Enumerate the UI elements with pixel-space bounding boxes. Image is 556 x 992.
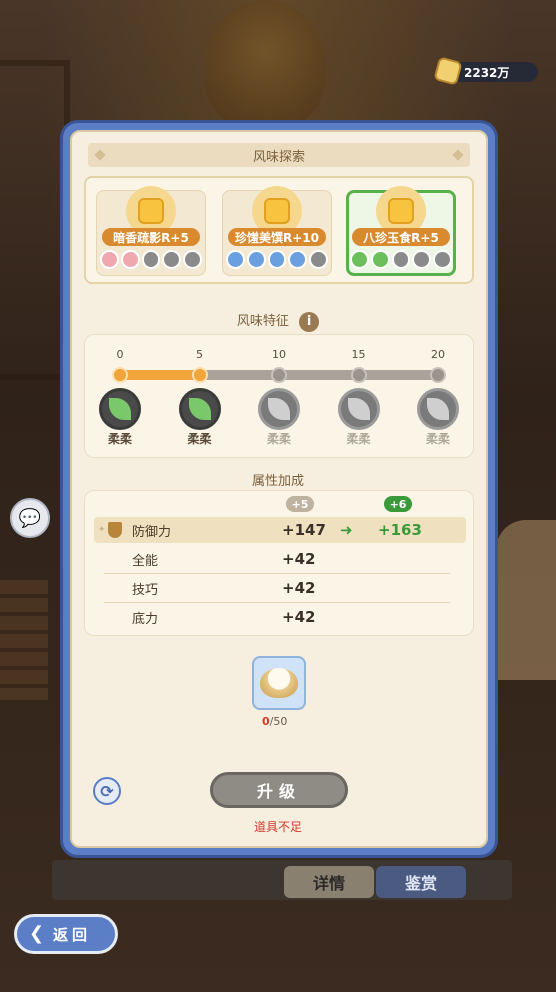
progress-node (430, 367, 446, 383)
attribute-row: ✦ 防御力 +147 ➜ +163 (94, 517, 466, 543)
attr-title: 属性加成 (251, 474, 304, 489)
recipe-card[interactable]: 八珍玉食R+5 (346, 186, 456, 276)
leaf-icon (258, 388, 300, 430)
refresh-button[interactable]: ⟳ (93, 777, 121, 805)
star-icon: ✦ (98, 525, 106, 535)
recipe-badge-icon (309, 250, 328, 269)
progress-tick-label: 5 (196, 348, 203, 361)
recipe-badge-icon (162, 250, 182, 269)
leaf-icon (337, 388, 380, 430)
attribute-value: +147 (282, 521, 326, 539)
recipe-badge-icon (226, 250, 245, 269)
back-arrow-icon: ❮ (29, 923, 49, 944)
attribute-value: +42 (282, 579, 316, 597)
attribute-row: 底力 +42 (94, 604, 466, 630)
progress-node (350, 367, 367, 383)
trait-label: 柔柔 (346, 432, 371, 446)
current-level-badge: +5 (286, 496, 314, 512)
info-icon[interactable]: i (299, 311, 320, 332)
recipe-badge-icon (183, 250, 202, 269)
item-have: 0 (262, 715, 270, 728)
next-level-badge: +6 (384, 496, 412, 512)
rice-bowl-icon (260, 668, 298, 698)
progress-node (112, 367, 128, 383)
warning-text: 道具不足 (253, 820, 302, 834)
progress-node (191, 367, 208, 383)
attribute-value: +42 (282, 550, 316, 568)
tab-appreciate[interactable]: 鉴赏 (376, 866, 466, 898)
leaf-icon (99, 388, 141, 430)
trait-label: 柔柔 (266, 432, 292, 446)
attribute-next-value: +163 (378, 521, 422, 539)
recipe-name: 八珍玉食R+5 (352, 228, 450, 246)
leaf-icon (417, 388, 459, 430)
chat-button[interactable]: 💬 (10, 498, 50, 538)
recipe-badge-icon (433, 250, 452, 269)
progress-tick-label: 15 (351, 348, 366, 361)
row-divider (104, 573, 450, 574)
recipe-badge-icon (370, 250, 390, 269)
item-count: 0/50 (262, 715, 287, 728)
recipe-name: 暗香疏影R+5 (102, 228, 200, 246)
progress-fill (120, 370, 200, 380)
recipe-card[interactable]: 暗香疏影R+5 (96, 186, 206, 276)
recipe-name: 珍馐美馔R+10 (228, 228, 326, 246)
diamond-ornament-icon (452, 149, 464, 161)
progress-tick-label: 20 (431, 348, 445, 361)
progress-node (271, 367, 287, 383)
recipe-card[interactable]: 珍馐美馔R+10 (222, 186, 332, 276)
traits-title-text: 风味特征 (236, 314, 289, 329)
recipe-badge-icon (350, 250, 369, 269)
currency-amount: 2232万 (464, 65, 510, 80)
required-item-slot[interactable] (252, 656, 306, 710)
recipe-badge-icon (412, 250, 432, 269)
background-shelf (0, 580, 48, 700)
panel-title: 风味探索 (252, 149, 305, 165)
currency-display: 2232万 (433, 56, 538, 86)
recipe-badge-icon (267, 250, 287, 269)
trait-label: 柔柔 (107, 432, 133, 446)
recipe-badge-icon (120, 250, 140, 269)
recipe-badge-icon (288, 250, 308, 269)
attribute-row: 全能 +42 (94, 546, 466, 572)
trait-label: 柔柔 (425, 432, 451, 446)
row-divider (104, 602, 450, 603)
attribute-name: 底力 (132, 611, 159, 627)
progress-tick-label: 10 (272, 348, 286, 361)
recipe-badge-icon (391, 250, 411, 269)
progress-tick-label: 0 (116, 348, 124, 361)
attribute-value: +42 (282, 608, 316, 626)
leaf-icon (178, 388, 221, 430)
trait-label: 柔柔 (187, 432, 212, 446)
upgrade-button[interactable]: 升级 (210, 772, 348, 808)
recipe-badge-icon (100, 250, 119, 269)
item-need: /50 (269, 715, 288, 728)
recipe-badge-icon (246, 250, 266, 269)
traits-title: 风味特征 i (0, 310, 556, 332)
attribute-name: 技巧 (132, 582, 159, 598)
back-button[interactable]: ❮ 返回 (14, 914, 118, 954)
panel-title-bar: 风味探索 (88, 143, 470, 167)
attribute-row: 技巧 +42 (94, 575, 466, 601)
chat-icon: 💬 (18, 507, 42, 529)
background-frame (496, 520, 556, 680)
attribute-name: 防御力 (132, 524, 172, 540)
tab-detail[interactable]: 详情 (284, 866, 374, 898)
diamond-ornament-icon (94, 149, 106, 161)
refresh-icon: ⟳ (100, 781, 114, 801)
background-character (205, 0, 325, 130)
recipe-badge-icon (141, 250, 161, 269)
shield-icon (108, 522, 122, 538)
arrow-right-icon: ➜ (340, 521, 353, 539)
attribute-name: 全能 (132, 553, 159, 569)
back-label: 返回 (53, 925, 92, 944)
